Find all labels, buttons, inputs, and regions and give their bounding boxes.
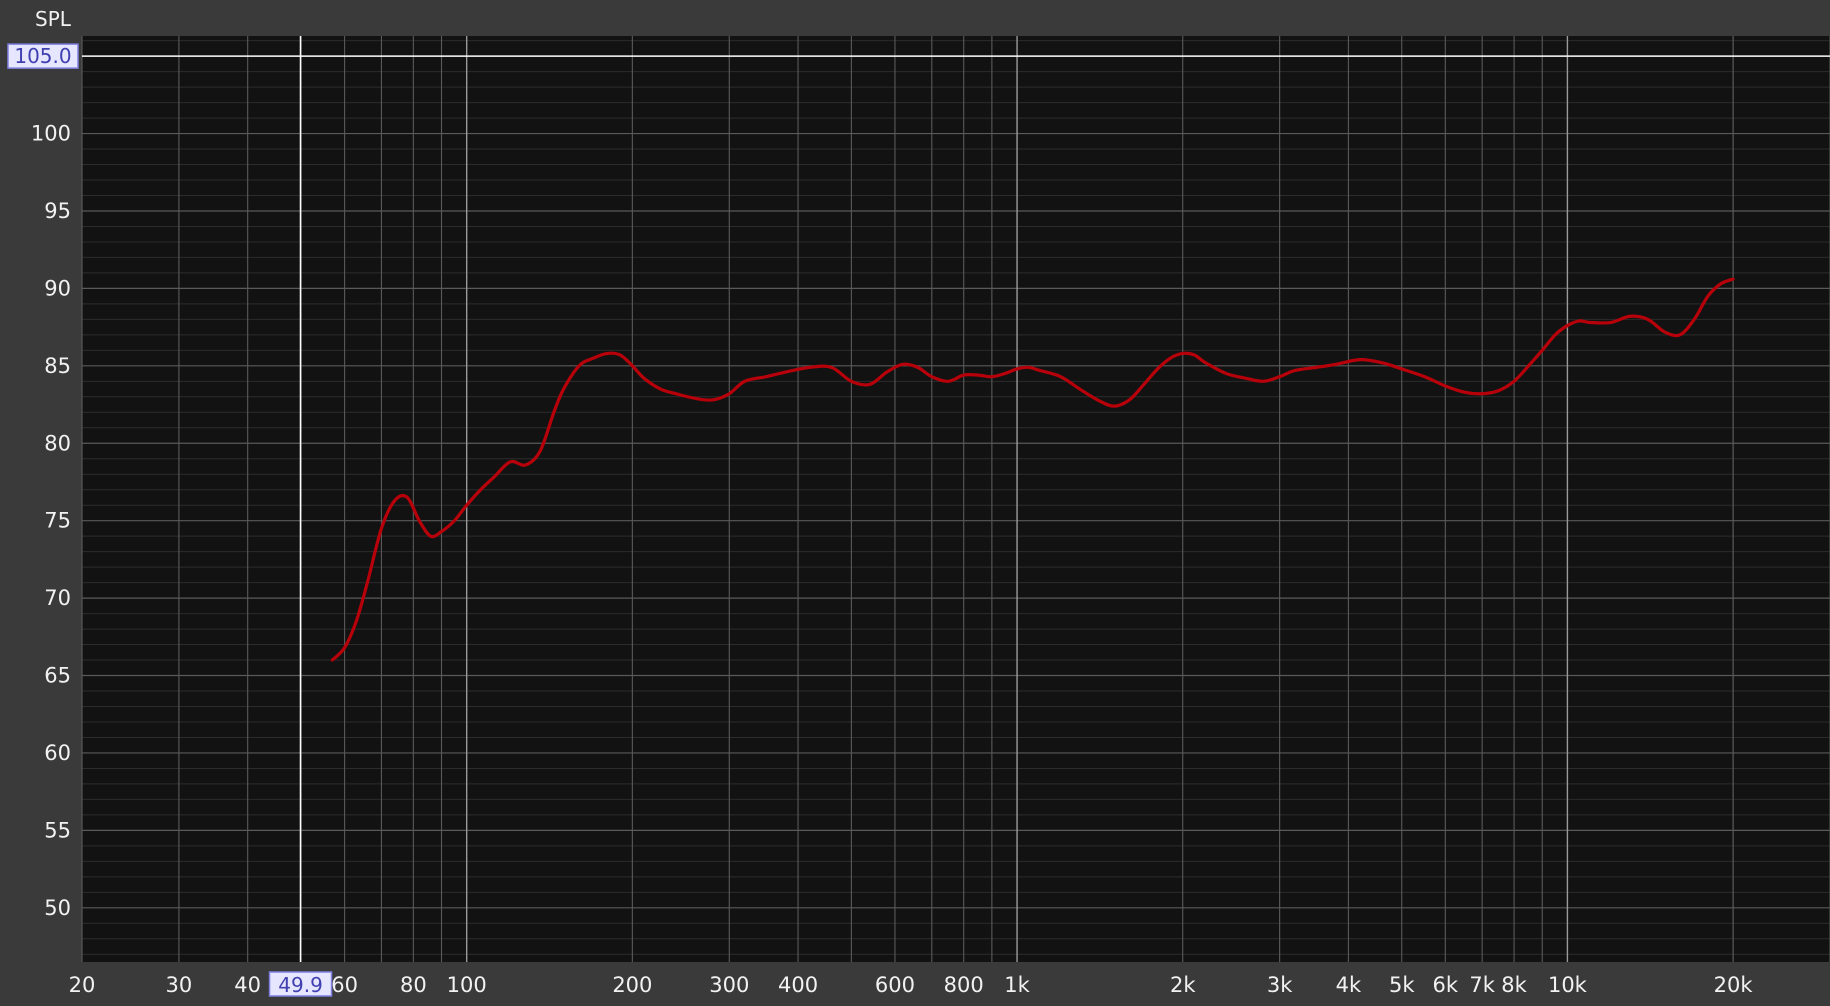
x-tick-label-300: 300 — [709, 973, 749, 997]
x-tick-label-7k: 7k — [1469, 973, 1495, 997]
y-tick-label-85: 85 — [44, 354, 71, 378]
y-axis-label: SPL — [35, 7, 72, 31]
y-tick-label-95: 95 — [44, 199, 71, 223]
x-tick-label-60: 60 — [331, 973, 358, 997]
y-tick-label-50: 50 — [44, 896, 71, 920]
x-tick-label-100: 100 — [447, 973, 487, 997]
x-tick-label-20: 20 — [69, 973, 96, 997]
x-tick-label-6k: 6k — [1433, 973, 1459, 997]
x-tick-label-4k: 4k — [1336, 973, 1362, 997]
y-tick-label-60: 60 — [44, 741, 71, 765]
y-tick-label-55: 55 — [44, 818, 71, 842]
x-tick-label-400: 400 — [778, 973, 818, 997]
x-tick-label-200: 200 — [612, 973, 652, 997]
x-tick-label-600: 600 — [875, 973, 915, 997]
frequency-response-chart: 105.0 49.9 50 55 60 65 70 75 80 85 90 95 100 20 30 40… — [0, 0, 1830, 1002]
y-tick-label-70: 70 — [44, 586, 71, 610]
x-tick-label-8k: 8k — [1501, 973, 1527, 997]
y-tick-label-100: 100 — [31, 122, 71, 146]
x-tick-label-1k: 1k — [1004, 973, 1030, 997]
x-tick-label-40: 40 — [234, 973, 261, 997]
x-tick-label-30: 30 — [166, 973, 193, 997]
cursor-x-readout[interactable]: 49.9 — [278, 973, 323, 997]
cursor-y-readout[interactable]: 105.0 — [14, 44, 71, 68]
x-tick-label-5k: 5k — [1389, 973, 1415, 997]
x-tick-label-20k: 20k — [1714, 973, 1754, 997]
y-tick-label-80: 80 — [44, 431, 71, 455]
x-tick-label-10k: 10k — [1548, 973, 1588, 997]
y-tick-label-75: 75 — [44, 509, 71, 533]
x-tick-label-3k: 3k — [1267, 973, 1293, 997]
chart-svg: 105.0 49.9 50 55 60 65 70 75 80 85 90 95 100 20 30 40… — [0, 0, 1830, 1002]
y-tick-label-90: 90 — [44, 276, 71, 300]
x-tick-label-2k: 2k — [1170, 973, 1196, 997]
y-tick-label-65: 65 — [44, 664, 71, 688]
x-tick-label-80: 80 — [400, 973, 427, 997]
x-tick-label-800: 800 — [944, 973, 984, 997]
